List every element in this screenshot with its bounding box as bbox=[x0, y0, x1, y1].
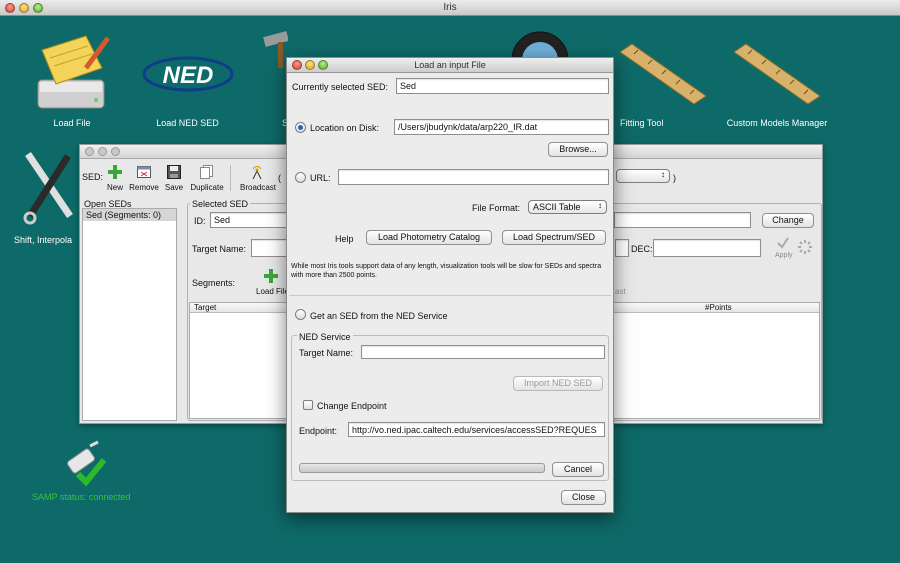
viewer-desktop-icon[interactable] bbox=[500, 30, 580, 60]
samp-status-text: SAMP status: connected bbox=[32, 492, 131, 502]
chevron-updown-icon: ↕ bbox=[598, 201, 602, 210]
file-format-label: File Format: bbox=[472, 203, 521, 213]
target-name-input[interactable] bbox=[251, 239, 287, 257]
spinner-icon bbox=[797, 239, 813, 255]
target-name-label: Target Name: bbox=[192, 244, 247, 254]
hammer-icon bbox=[263, 31, 288, 68]
ned-target-name-input[interactable] bbox=[361, 345, 605, 359]
endpoint-input[interactable]: http://vo.ned.ipac.caltech.edu/services/… bbox=[348, 422, 605, 437]
load-ned-sed-desktop-icon[interactable]: NED Load NED SED bbox=[140, 50, 235, 130]
url-label: URL: bbox=[310, 173, 331, 183]
change-endpoint-checkbox[interactable] bbox=[303, 400, 313, 410]
dec-input[interactable] bbox=[653, 239, 761, 257]
custom-models-desktop-icon[interactable]: Custom Models Manager bbox=[722, 40, 832, 130]
broadcast-segment-label-fragment: ast bbox=[615, 287, 626, 296]
remove-window-icon bbox=[137, 166, 151, 178]
ruler-icon bbox=[619, 43, 707, 105]
ned-logo-icon: NED bbox=[142, 56, 234, 92]
chevron-updown-icon: ↕ bbox=[661, 170, 665, 179]
ned-service-radio-label: Get an SED from the NED Service bbox=[310, 311, 448, 321]
duplicate-icon bbox=[200, 165, 213, 179]
sed-builder-minimize-button[interactable] bbox=[98, 147, 107, 156]
load-file-desktop-icon[interactable]: Load File bbox=[30, 28, 114, 130]
segments-label: Segments: bbox=[192, 278, 236, 288]
load-file-label: Load File bbox=[53, 118, 91, 128]
endpoint-label: Endpoint: bbox=[299, 426, 338, 436]
sed-combo-paren-open: ( bbox=[278, 173, 281, 183]
lens-icon bbox=[511, 31, 569, 60]
file-format-select[interactable]: ASCII Table ↕ bbox=[528, 200, 607, 214]
load-file-segment-label: Load File bbox=[256, 287, 289, 296]
open-seds-list: Sed (Segments: 0) bbox=[82, 208, 177, 421]
cancel-button[interactable]: Cancel bbox=[552, 462, 604, 477]
load-spectrum-sed-button[interactable]: Load Spectrum/SED bbox=[502, 230, 606, 245]
visualization-note: While most Iris tools support data of an… bbox=[291, 263, 602, 279]
dialog-titlebar: Load an input File bbox=[287, 58, 613, 73]
fitting-tool-label: Fitting Tool bbox=[620, 118, 664, 128]
load-input-file-dialog: Load an input File Currently selected SE… bbox=[286, 57, 614, 513]
sed-builder-close-button[interactable] bbox=[85, 147, 94, 156]
ned-progress-bar bbox=[299, 463, 545, 473]
selected-sed-title: Selected SED bbox=[190, 199, 251, 209]
custom-models-label: Custom Models Manager bbox=[726, 118, 828, 128]
load-file-plus-icon[interactable] bbox=[264, 269, 278, 283]
dec-label: DEC: bbox=[631, 244, 653, 254]
sed-combo-paren-close: ) bbox=[673, 173, 676, 183]
dialog-title: Load an input File bbox=[414, 60, 486, 70]
change-endpoint-label: Change Endpoint bbox=[317, 401, 387, 411]
ra-input-tail[interactable] bbox=[615, 239, 629, 257]
load-ned-sed-label: Load NED SED bbox=[156, 118, 219, 128]
broadcast-button[interactable]: Broadcast bbox=[240, 165, 276, 192]
plus-icon bbox=[108, 165, 122, 179]
hard-drive-notepad-icon bbox=[37, 35, 111, 109]
sed-label: SED: bbox=[82, 172, 104, 182]
app-title: Iris bbox=[443, 2, 457, 13]
import-ned-sed-button[interactable]: Import NED SED bbox=[513, 376, 603, 391]
sed-builder-zoom-button[interactable] bbox=[111, 147, 120, 156]
url-input[interactable] bbox=[338, 169, 609, 185]
ned-service-radio[interactable] bbox=[295, 309, 306, 320]
shift-interpolate-desktop-icon[interactable]: Shift, Interpola bbox=[14, 146, 80, 246]
close-button[interactable]: Close bbox=[561, 490, 606, 505]
samp-icon bbox=[60, 440, 110, 488]
tools-icon bbox=[23, 152, 73, 225]
shift-interpolate-label: Shift, Interpola bbox=[14, 235, 73, 245]
file-format-value: ASCII Table bbox=[533, 202, 581, 212]
ned-logo-text: NED bbox=[163, 62, 214, 89]
browse-button[interactable]: Browse... bbox=[548, 142, 608, 157]
current-sed-field: Sed bbox=[396, 78, 609, 94]
broadcast-antenna-icon bbox=[252, 166, 262, 180]
location-on-disk-radio[interactable] bbox=[295, 122, 306, 133]
sed-id-input[interactable]: Sed bbox=[210, 212, 290, 228]
current-sed-label: Currently selected SED: bbox=[292, 82, 389, 92]
sed-selector-dropdown[interactable]: ↕ bbox=[616, 169, 670, 183]
change-id-button[interactable]: Change bbox=[762, 213, 814, 228]
apply-check-icon[interactable] bbox=[777, 237, 789, 249]
apply-label: Apply bbox=[775, 252, 793, 259]
save-button[interactable]: Save bbox=[165, 165, 183, 192]
location-on-disk-label: Location on Disk: bbox=[310, 123, 380, 133]
dialog-separator bbox=[289, 295, 611, 296]
ned-target-name-label: Target Name: bbox=[299, 348, 354, 358]
ned-service-title: NED Service bbox=[297, 332, 353, 342]
sed-id-input-tail[interactable] bbox=[614, 212, 751, 228]
load-photometry-catalog-button[interactable]: Load Photometry Catalog bbox=[366, 230, 492, 245]
id-label: ID: bbox=[194, 216, 206, 226]
app-titlebar: Iris bbox=[0, 0, 900, 16]
remove-button[interactable]: Remove bbox=[129, 165, 159, 192]
location-path-input[interactable]: /Users/jbudynk/data/arp220_IR.dat bbox=[394, 119, 609, 135]
samp-plug-icon bbox=[67, 440, 107, 487]
floppy-icon bbox=[167, 165, 181, 179]
new-button[interactable]: New bbox=[107, 165, 123, 192]
column-target[interactable]: Target bbox=[194, 303, 216, 312]
url-radio[interactable] bbox=[295, 172, 306, 183]
sed-builder-desktop-icon[interactable]: S bbox=[258, 28, 288, 130]
ruler-icon bbox=[733, 43, 821, 105]
toolbar-divider bbox=[230, 165, 231, 191]
duplicate-button[interactable]: Duplicate bbox=[190, 165, 224, 192]
fitting-tool-desktop-icon[interactable]: Fitting Tool bbox=[614, 40, 714, 130]
list-item[interactable]: Sed (Segments: 0) bbox=[83, 209, 176, 221]
column-points[interactable]: #Points bbox=[705, 303, 732, 312]
help-label[interactable]: Help bbox=[335, 234, 354, 244]
